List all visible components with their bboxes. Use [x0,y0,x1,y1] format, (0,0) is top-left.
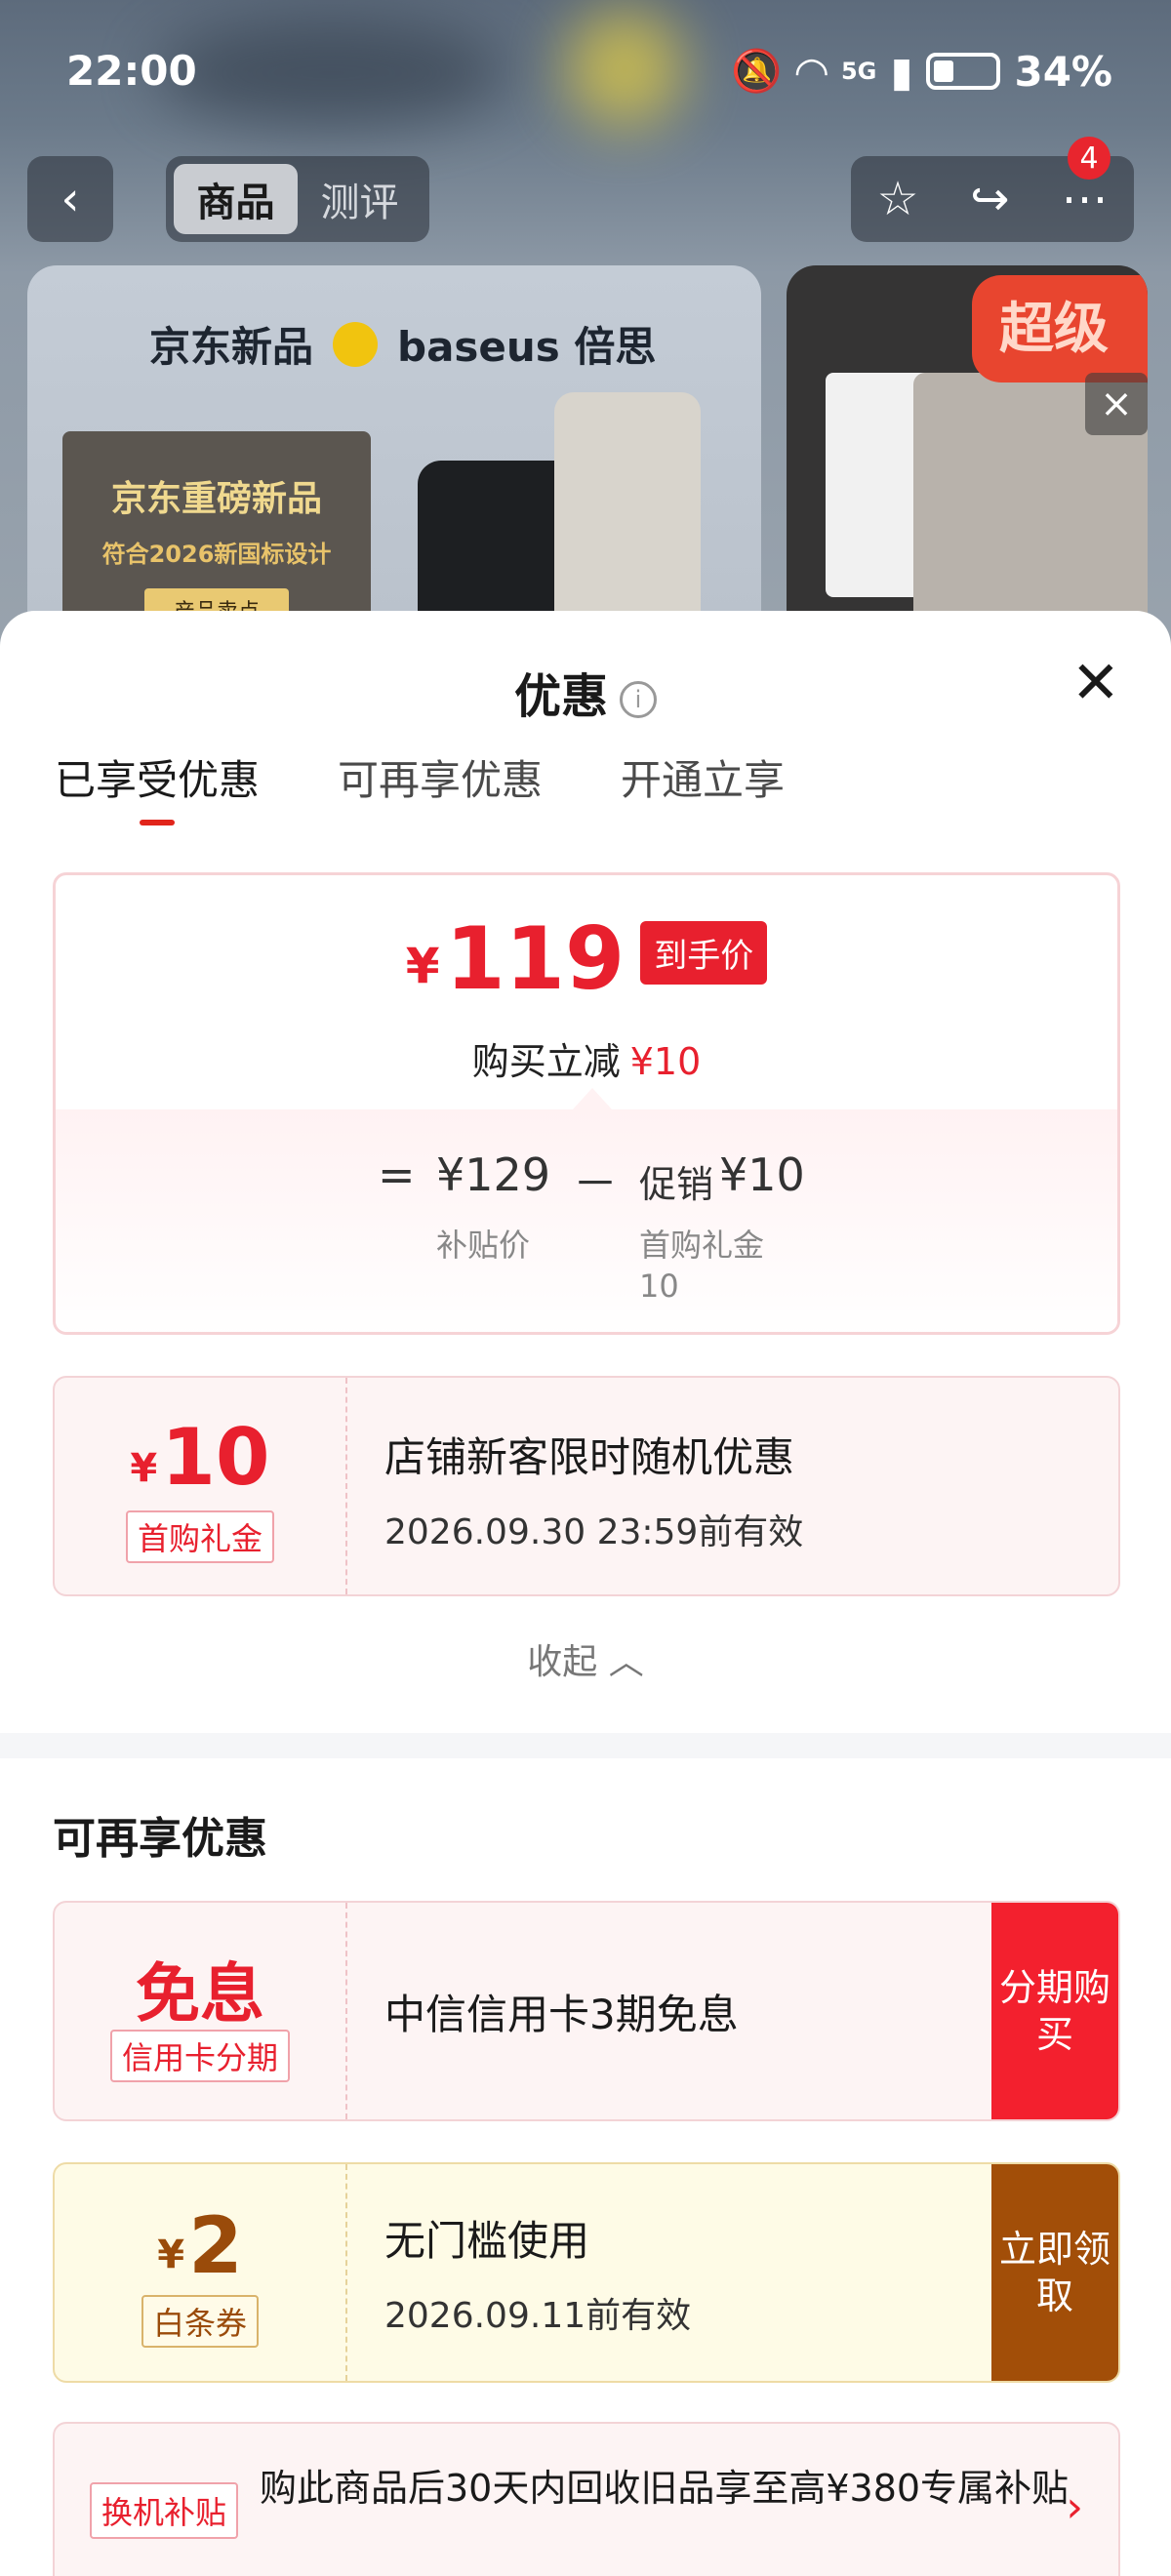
trade-in-subsidy[interactable]: 换机补贴 购此商品后30天内回收旧品享至高¥380专属补贴 › [53,2422,1120,2576]
sheet-title: 优惠 [513,669,608,724]
price-calculation: = ¥129 － 促销 ¥10 补贴价 首购礼金 10 [56,1088,1117,1332]
status-icons: 🔕 ◠ 5G ▮ 34% [731,47,1112,96]
promo-label: 促销 [639,1163,714,1206]
tab-more-available[interactable]: 可再享优惠 [338,738,543,825]
trade-in-tag: 换机补贴 [90,2482,239,2539]
offer-big-text: 免息 [136,1956,264,2032]
battery-icon [926,53,1001,90]
discount-sheet: 优惠 i ✕ 已享受优惠 可再享优惠 开通立享 ¥ 119 到手价 购买立减 ¥10… [0,611,1171,2576]
super-badge: 超级 [972,275,1148,382]
back-button[interactable]: ‹ [27,156,113,242]
baseus-logo-icon [333,321,379,367]
chevron-right-icon: › [1066,2482,1083,2532]
section-divider [0,1733,1171,1758]
offer-title: 中信信用卡3期免息 [384,1990,739,2038]
installment-offer: 免息 信用卡分期 中信信用卡3期免息 分期购买 [53,1901,1120,2121]
share-icon[interactable]: ↪ [970,172,1009,226]
installment-buy-button[interactable]: 分期购买 [991,1903,1118,2119]
status-time: 22:00 [66,47,197,95]
mute-icon: 🔕 [731,47,783,95]
more-offers-title: 可再享优惠 [53,1814,267,1864]
promo-box-subtitle: 符合2026新国标设计 [101,541,332,568]
brand-row: 京东新品 baseus 倍思 [149,314,656,374]
discount-tabs: 已享受优惠 可再享优惠 开通立享 [0,738,1171,825]
chevron-left-icon: ‹ [61,172,80,226]
coupon-details: 店铺新客限时随机优惠 2026.09.30 23:59前有效 [384,1425,803,1554]
tab-review[interactable]: 测评 [298,164,422,234]
signal-icon: ▮ [890,47,913,96]
coupon-currency: ¥ [130,1446,158,1491]
instant-discount-label: 购买立减 [471,1040,621,1083]
offer-badge-section: 免息 信用卡分期 [55,1903,347,2119]
star-icon[interactable]: ☆ [876,172,918,226]
promo-note-value: 10 [639,1268,679,1305]
wifi-icon: ◠ [795,47,828,96]
promo-box-title: 京东重磅新品 [110,479,322,519]
notification-badge: 4 [1068,137,1110,180]
notch [573,1088,612,1109]
coupon-validity: 2026.09.30 23:59前有效 [384,1512,804,1552]
claim-coupon-button[interactable]: 立即领取 [991,2164,1118,2381]
close-icon[interactable]: × [1085,373,1148,435]
product-banner[interactable]: 京东新品 baseus 倍思 京东重磅新品 符合2026新国标设计 产品卖点 [27,265,761,656]
offer-badge-section: ¥ 2 白条券 [55,2164,347,2381]
base-price-note: 补贴价 [436,1227,531,1264]
enjoyed-coupon: ¥ 10 首购礼金 店铺新客限时随机优惠 2026.09.30 23:59前有效 [53,1376,1120,1596]
nav-actions: ☆ ↪ ⋯ 4 [851,137,1134,242]
baseus-logo-text: baseus 倍思 [397,323,657,371]
offer-value: 2 [188,2200,243,2291]
tab-enjoyed[interactable]: 已享受优惠 [55,738,260,825]
promo-note-label: 首购礼金 [639,1227,765,1264]
price-breakdown: ¥ 119 到手价 购买立减 ¥10 = ¥129 － 促销 ¥10 补贴价 首购… [53,872,1120,1335]
side-product-image[interactable]: 超级 × [787,265,1148,656]
instant-discount-value: ¥10 [629,1040,702,1083]
status-bar: 22:00 🔕 ◠ 5G ▮ 34% [0,0,1171,137]
coupon-value: 10 [161,1412,270,1503]
offer-type-label: 信用卡分期 [109,2030,291,2082]
offer-amount: ¥ 2 [55,2203,345,2289]
coupon-title: 店铺新客限时随机优惠 [384,1433,795,1481]
base-price: ¥129 [436,1148,551,1201]
sheet-title-row: 优惠 i [0,658,1171,726]
coupon-amount-section: ¥ 10 首购礼金 [55,1378,347,1594]
minus-sign: － [573,1157,618,1210]
tab-open-now[interactable]: 开通立享 [621,738,785,825]
final-price-tag: 到手价 [640,921,768,985]
promo-note: 首购礼金 10 [639,1225,764,1307]
more-icon[interactable]: ⋯ [1062,172,1109,226]
offer-details: 中信信用卡3期免息 [384,1903,739,2119]
coupon-type-label: 首购礼金 [125,1510,275,1563]
instant-discount: 购买立减 ¥10 [56,1031,1117,1085]
offer-title: 无门槛使用 [384,2216,590,2265]
chevron-up-icon: ︿ [608,1642,644,1682]
final-price-value: 119 [445,908,626,1009]
final-price: ¥ 119 到手价 [56,910,1117,1008]
network-type: 5G [840,58,877,85]
trade-in-text: 购此商品后30天内回收旧品享至高¥380专属补贴 [260,2467,1070,2510]
tab-product[interactable]: 商品 [174,164,298,234]
calc-row: = ¥129 － 促销 ¥10 [56,1148,1117,1210]
offer-currency: ¥ [157,2233,185,2277]
product-tabs: 商品 测评 [166,156,429,242]
top-nav-bar: ‹ 商品 测评 ☆ ↪ ⋯ 4 [0,137,1171,244]
currency-symbol: ¥ [405,938,440,994]
equals-sign: = [378,1148,416,1201]
coupon-amount: ¥ 10 [55,1413,345,1503]
offer-details: 无门槛使用 2026.09.11前有效 [384,2164,691,2381]
offer-validity: 2026.09.11前有效 [384,2295,692,2336]
final-price-section: ¥ 119 到手价 购买立减 ¥10 [56,875,1117,1109]
battery-percent: 34% [1014,47,1112,96]
baitiao-coupon-offer: ¥ 2 白条券 无门槛使用 2026.09.11前有效 立即领取 [53,2162,1120,2383]
sheet-header: 优惠 i ✕ [0,611,1171,738]
info-icon[interactable]: i [620,681,657,718]
close-button[interactable]: ✕ [1071,654,1120,712]
promo-value: ¥10 [719,1148,805,1201]
collapse-label: 收起 [527,1642,598,1682]
jd-logo-text: 京东新品 [149,323,314,371]
collapse-button[interactable]: 收起 ︿ [0,1633,1171,1684]
offer-type-label: 白条券 [141,2295,260,2348]
